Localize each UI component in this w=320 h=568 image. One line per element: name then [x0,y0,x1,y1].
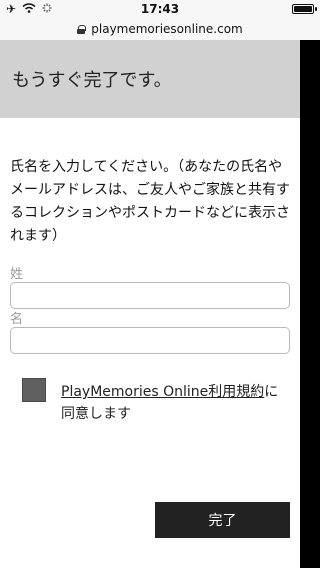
last-name-label: 姓 [10,267,24,282]
lock-icon [77,24,87,34]
terms-link[interactable]: PlayMemories Online利用規約 [61,384,264,400]
url-domain: playmemoriesonline.com [91,22,243,36]
last-name-field[interactable] [10,282,290,309]
terms-text: PlayMemories Online利用規約に同意します [61,381,291,425]
battery-icon [292,4,317,14]
edge-rail [300,40,320,568]
url-bar[interactable]: playmemoriesonline.com [0,18,320,40]
terms-agreement: PlayMemories Online利用規約に同意します [0,378,300,428]
status-bar: ✈ 17:43 [0,0,320,18]
top-bar: ✈ 17:43 playmemoriesonline.com [0,0,320,40]
first-name-field[interactable] [10,327,290,354]
first-name-label: 名 [10,312,24,327]
page-title: もうすぐ完了です。 [12,70,172,91]
page-content: もうすぐ完了です。 氏名を入力してください。（あなたの氏名やメールアドレスは、ご… [0,40,300,568]
done-button[interactable]: 完了 [155,502,290,538]
status-time: 17:43 [140,2,180,16]
instructions-text: 氏名を入力してください。（あなたの氏名やメールアドレスは、ご友人やご家族と共有す… [10,159,290,244]
page-header: もうすぐ完了です。 [0,40,300,118]
terms-checkbox[interactable] [22,378,46,402]
